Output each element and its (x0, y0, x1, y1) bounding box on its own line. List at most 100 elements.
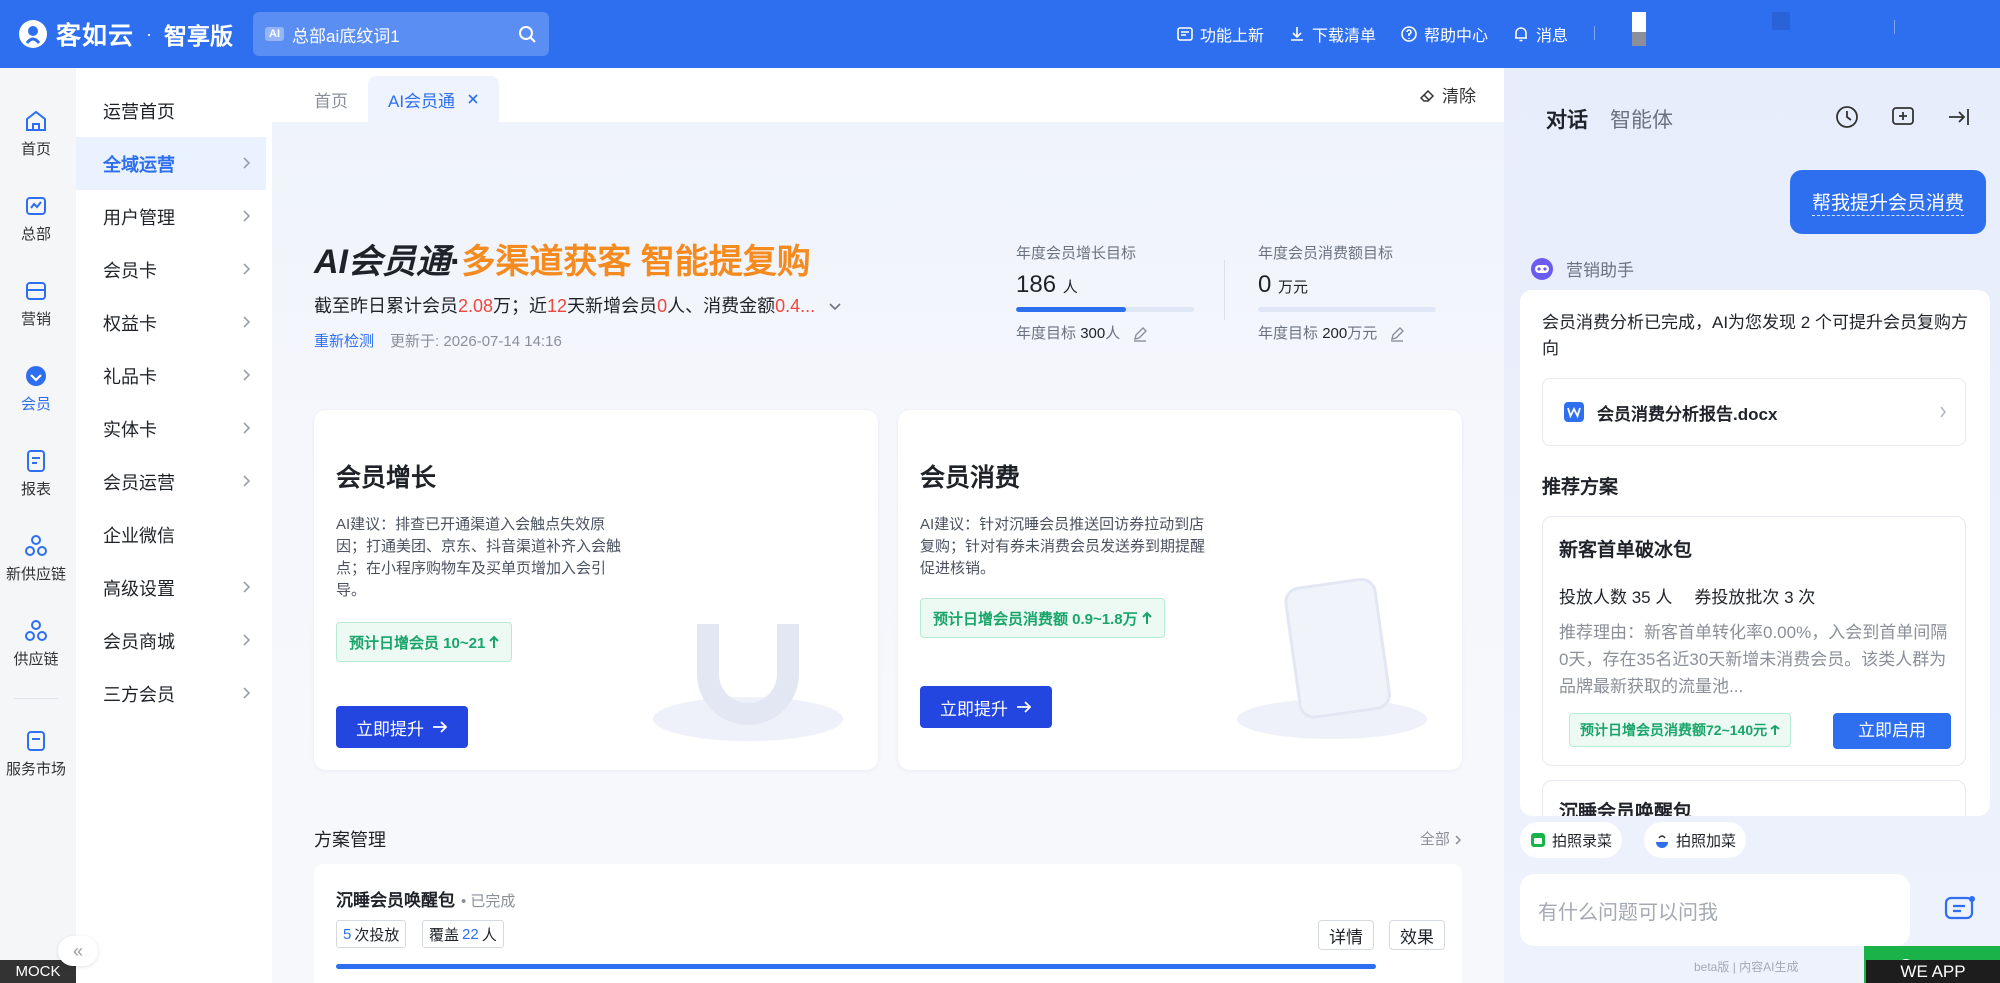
rail-item-member[interactable]: 会员 (0, 363, 72, 414)
menu-item-omni-ops[interactable]: 全域运营 (76, 137, 266, 190)
menu-item-member-ops[interactable]: 会员运营 (76, 455, 266, 508)
logo[interactable]: 客如云 · 智享版 (18, 16, 233, 52)
stats-text: 截至昨日累计会员 (314, 296, 458, 316)
quick-action-photo-menu[interactable]: 拍照录菜 (1520, 822, 1623, 858)
rail-item-headquarters[interactable]: 总部 (0, 193, 72, 244)
plan-detail-button[interactable]: 详情 (1318, 920, 1374, 950)
goal-member-growth: 年度会员增长目标 186 人 年度目标 300人 (1016, 242, 1206, 343)
goal-target-unit: 人 (1105, 325, 1121, 342)
card-title: 会员增长 (336, 464, 437, 492)
plan-all-link[interactable]: 全部 (1420, 828, 1462, 849)
headquarters-icon (26, 197, 46, 215)
goal-unit: 万元 (1278, 279, 1309, 296)
plan-reason: 推荐理由：新客首单转化率0.00%，入会到首单间隔0天，存在35名近30天新增未… (1559, 623, 1948, 696)
weapp-badge[interactable]: WE APP (1866, 960, 2000, 983)
menu-item-advanced[interactable]: 高级设置 (76, 561, 266, 614)
goal-divider (1224, 260, 1225, 320)
quick-action-photo-add[interactable]: 拍照加菜 (1644, 822, 1747, 858)
goal-target-label: 年度目标 (1016, 325, 1077, 342)
menu-item-ops-home[interactable]: 运营首页 (76, 84, 266, 137)
enable-plan-button[interactable]: 立即启用 (1833, 713, 1951, 749)
chevron-right-icon (243, 634, 251, 646)
module-rail: 首页 总部 营销 会员 报表 新供应链 供应链 服务市场 (0, 68, 76, 983)
account-area[interactable] (1594, 0, 2000, 68)
goal-label: 年度会员增长目标 (1016, 245, 1137, 262)
collapse-menu-button[interactable]: « (58, 936, 98, 966)
menu-item-gift-card[interactable]: 礼品卡 (76, 349, 266, 402)
rail-item-service-market[interactable]: 服务市场 (0, 728, 72, 779)
edit-icon[interactable] (1132, 326, 1148, 342)
menu-item-benefit-card[interactable]: 权益卡 (76, 296, 266, 349)
edit-icon[interactable] (1389, 326, 1405, 342)
rail-label: 供应链 (13, 651, 59, 668)
report-file[interactable]: 会员消费分析报告.docx (1542, 378, 1966, 446)
plan-metrics: 投放人数 35 人 券投放批次 3 次 (1559, 583, 1837, 608)
rail-item-new-supply-chain[interactable]: 新供应链 (0, 533, 72, 584)
company-name: 总部ai底纹词1 (292, 26, 400, 46)
send-message-icon[interactable] (1942, 892, 1978, 928)
avatar[interactable] (1632, 12, 1646, 32)
boost-button[interactable]: 立即提升 (920, 686, 1052, 728)
tab-agent[interactable]: 智能体 (1610, 104, 1673, 134)
rail-item-home[interactable]: 首页 (0, 108, 72, 159)
rail-item-supply-chain[interactable]: 供应链 (0, 618, 72, 669)
menu-label: 会员商城 (103, 631, 175, 652)
menu-item-wecom[interactable]: 企业微信 (76, 508, 266, 561)
stats-members: 2.08 (458, 296, 494, 316)
tab-ai-member[interactable]: AI会员通 (368, 76, 500, 122)
hero-stats[interactable]: 截至昨日累计会员2.08万；近12天新增会员0人、消费金额0.4... (314, 292, 842, 318)
recommend-plan-card: 沉睡会员唤醒包 (1542, 780, 1966, 816)
recheck-link[interactable]: 重新检测 (314, 333, 374, 350)
stats-amount: 0.4... (775, 296, 816, 316)
goal-target: 年度目标 200万元 (1258, 322, 1448, 343)
supply-chain-icon (25, 620, 47, 641)
forecast-text: 预计日增会员消费额72~140元 (1580, 722, 1768, 738)
help-icon (1401, 26, 1417, 42)
eraser-icon (1419, 89, 1435, 102)
chevron-right-icon (243, 263, 251, 275)
all-label: 全部 (1419, 831, 1450, 848)
tab-home[interactable]: 首页 (294, 76, 368, 122)
goal-unit: 人 (1062, 279, 1078, 296)
history-icon[interactable] (1834, 104, 1860, 130)
search-switch-icon[interactable] (517, 24, 537, 44)
plan-cover-unit: 人 (481, 926, 497, 944)
chevron-right-icon (1455, 835, 1462, 845)
top-nav-download[interactable]: 下载清单 (1288, 22, 1376, 46)
clear-tabs-button[interactable]: 清除 (1418, 82, 1476, 107)
bell-icon (1515, 27, 1528, 42)
rail-item-marketing[interactable]: 营销 (0, 278, 72, 329)
chevron-down-icon[interactable] (828, 302, 842, 312)
collapse-panel-icon[interactable] (1946, 104, 1972, 130)
plan-management-title: 方案管理 (314, 830, 386, 850)
company-switcher[interactable]: AI 总部ai底纹词1 (253, 12, 550, 56)
chevron-right-icon (1940, 406, 1946, 418)
menu-item-member-card[interactable]: 会员卡 (76, 243, 266, 296)
top-nav-help[interactable]: 帮助中心 (1400, 22, 1488, 46)
plan-effect-button[interactable]: 效果 (1389, 920, 1445, 950)
top-nav-news[interactable]: 功能上新 (1176, 22, 1264, 46)
rail-label: 营销 (20, 311, 51, 328)
report-icon (27, 450, 45, 472)
goal-value: 186 人 (1016, 271, 1206, 299)
marketing-icon (26, 282, 46, 300)
arrow-right-icon (433, 721, 448, 733)
menu-label: 礼品卡 (103, 366, 157, 387)
hero-meta: 重新检测 更新于: 2026-07-14 14:16 (314, 330, 562, 351)
menu-item-member-mall[interactable]: 会员商城 (76, 614, 266, 667)
menu-label: 实体卡 (103, 419, 157, 440)
rail-item-report[interactable]: 报表 (0, 448, 72, 499)
menu-item-user-mgmt[interactable]: 用户管理 (76, 190, 266, 243)
tab-dialog[interactable]: 对话 (1546, 104, 1588, 134)
rail-label: 服务市场 (5, 761, 66, 778)
new-chat-icon[interactable] (1890, 104, 1916, 130)
menu-item-third-party[interactable]: 三方会员 (76, 667, 266, 720)
plan-title: 沉睡会员唤醒包 (1559, 802, 1693, 816)
edition-name: 智享版 (164, 23, 234, 49)
chat-input[interactable]: 有什么问题可以问我 (1520, 874, 1910, 946)
photo-icon (1531, 833, 1545, 847)
top-nav-messages[interactable]: 消息 (1512, 22, 1568, 46)
boost-button[interactable]: 立即提升 (336, 706, 468, 748)
close-icon[interactable] (467, 93, 479, 105)
menu-item-physical-card[interactable]: 实体卡 (76, 402, 266, 455)
